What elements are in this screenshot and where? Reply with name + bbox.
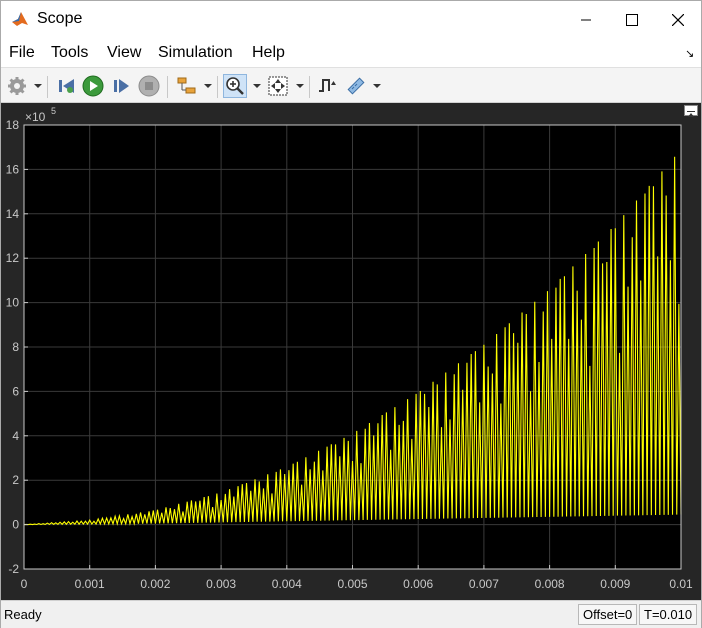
- signal-selector-icon: [177, 77, 196, 94]
- minimize-button[interactable]: [563, 1, 609, 39]
- zoom-in-button[interactable]: [223, 74, 247, 98]
- y-tick-label: 0: [12, 518, 19, 532]
- run-button[interactable]: [81, 74, 105, 98]
- scope-window: Scope File Tools View Simulation Help ↘: [0, 0, 702, 628]
- step-forward-icon: [114, 79, 129, 93]
- window-title: Scope: [37, 10, 83, 27]
- autoscale-button[interactable]: [266, 74, 290, 98]
- y-tick-label: 4: [12, 429, 19, 443]
- x-tick-label: 0.009: [600, 577, 630, 591]
- settings-icon: [8, 77, 26, 95]
- x-tick-label: 0.01: [669, 577, 693, 591]
- menu-view[interactable]: View: [107, 44, 141, 62]
- x-tick-label: 0.008: [535, 577, 565, 591]
- matlab-logo-icon: [12, 12, 28, 26]
- menu-simulation[interactable]: Simulation: [158, 44, 233, 62]
- run-icon: [82, 75, 104, 97]
- step-forward-button[interactable]: [109, 74, 133, 98]
- menu-bar: File Tools View Simulation Help ↘: [1, 39, 701, 67]
- maximize-icon: [626, 14, 638, 26]
- toolbar-separator: [217, 76, 218, 98]
- y-tick-label: 8: [12, 340, 19, 354]
- signal-selector-button[interactable]: [175, 74, 199, 98]
- settings-button[interactable]: [5, 74, 29, 98]
- x-tick-label: 0.006: [403, 577, 433, 591]
- step-back-button[interactable]: [55, 74, 79, 98]
- y-tick-label: 14: [6, 207, 20, 221]
- signal-dropdown-icon[interactable]: [204, 82, 212, 90]
- y-exponent-power: 5: [51, 106, 56, 116]
- y-tick-label: 18: [6, 118, 20, 132]
- undock-button[interactable]: [684, 105, 698, 117]
- undock-icon: [687, 111, 695, 117]
- toolbar-separator: [309, 76, 310, 98]
- menu-help[interactable]: Help: [252, 44, 285, 62]
- x-tick-label: 0.005: [337, 577, 367, 591]
- step-back-icon: [59, 79, 74, 93]
- y-tick-label: 12: [6, 251, 20, 265]
- cursor-measurements-button[interactable]: [344, 74, 368, 98]
- stop-button[interactable]: [137, 74, 161, 98]
- zoom-dropdown-icon[interactable]: [253, 82, 261, 90]
- toolbar: [1, 67, 701, 103]
- status-bar: Ready Offset=0 T=0.010: [1, 600, 701, 628]
- dock-arrow-icon[interactable]: ↘: [685, 47, 694, 60]
- autoscale-icon: [268, 76, 288, 96]
- plot-panel: 0 0.001 0.002 0.003 0.004 0.005 0.006 0.007 0.00…: [1, 103, 701, 600]
- x-tick-label: 0.007: [469, 577, 499, 591]
- triggers-button[interactable]: [315, 74, 339, 98]
- title-bar: Scope: [1, 1, 701, 39]
- status-text: Ready: [4, 607, 42, 622]
- y-tick-label: -2: [8, 562, 19, 576]
- time-readout: T=0.010: [639, 604, 698, 625]
- y-tick-label: 2: [12, 473, 19, 487]
- autoscale-dropdown-icon[interactable]: [296, 82, 304, 90]
- x-tick-label: 0: [21, 577, 28, 591]
- y-exponent-label: ×10: [25, 110, 46, 124]
- toolbar-separator: [167, 76, 168, 98]
- close-button[interactable]: [655, 1, 701, 39]
- close-icon: [672, 14, 684, 26]
- triggers-icon: [319, 79, 336, 92]
- maximize-button[interactable]: [609, 1, 655, 39]
- settings-dropdown-icon[interactable]: [34, 82, 42, 90]
- offset-readout: Offset=0: [578, 604, 638, 625]
- scope-plot[interactable]: 0 0.001 0.002 0.003 0.004 0.005 0.006 0.007 0.00…: [1, 103, 701, 600]
- minimize-icon: [581, 19, 591, 21]
- x-tick-label: 0.002: [140, 577, 170, 591]
- measurements-dropdown-icon[interactable]: [373, 82, 381, 90]
- y-tick-label: 10: [6, 296, 20, 310]
- zoom-in-icon: [226, 77, 244, 95]
- cursor-measurements-icon: [347, 77, 365, 95]
- x-tick-label: 0.001: [75, 577, 105, 591]
- x-tick-label: 0.003: [206, 577, 236, 591]
- x-tick-label: 0.004: [272, 577, 302, 591]
- menu-file[interactable]: File: [9, 44, 35, 62]
- menu-tools[interactable]: Tools: [51, 44, 88, 62]
- toolbar-separator: [47, 76, 48, 98]
- y-tick-label: 16: [6, 162, 20, 176]
- stop-icon: [138, 75, 160, 97]
- y-tick-label: 6: [12, 384, 19, 398]
